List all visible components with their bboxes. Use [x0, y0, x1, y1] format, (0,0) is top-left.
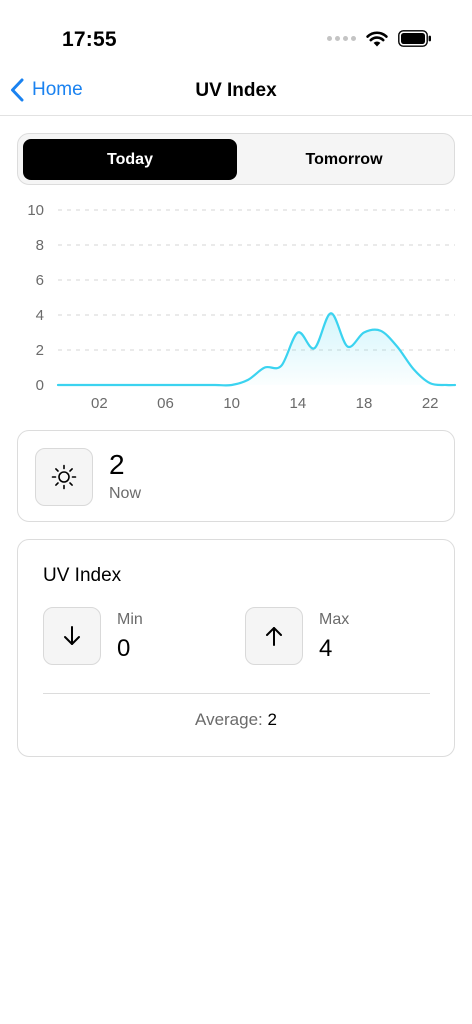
y-tick-label: 2: [36, 342, 44, 359]
segment-tomorrow[interactable]: Tomorrow: [237, 139, 451, 180]
max-value: 4: [319, 635, 333, 662]
cellular-signal-icon: [327, 36, 356, 41]
wifi-icon: [366, 31, 388, 46]
arrow-up-icon: [266, 627, 282, 646]
uv-summary-title: UV Index: [43, 565, 122, 586]
x-tick-label: 06: [157, 395, 174, 412]
average-label: Average:: [195, 710, 263, 729]
arrow-down-icon: [64, 626, 80, 645]
y-tick-label: 10: [27, 202, 44, 219]
sun-icon-box: [35, 448, 93, 506]
current-uv-value: 2: [109, 449, 125, 480]
status-bar: 17:55: [0, 0, 472, 70]
uv-summary-card: UV Index Min 0 Max 4 Average: 2: [17, 539, 455, 757]
max-label: Max: [319, 611, 350, 628]
status-time: 17:55: [62, 28, 117, 51]
max-icon-box: [245, 607, 303, 665]
min-icon-box: [43, 607, 101, 665]
x-tick-label: 10: [223, 395, 240, 412]
y-tick-label: 4: [36, 307, 44, 324]
y-tick-label: 6: [36, 272, 44, 289]
status-icons: [327, 30, 432, 47]
current-uv-card: 2 Now: [17, 430, 455, 522]
min-label: Min: [117, 611, 143, 628]
x-tick-label: 18: [356, 395, 373, 412]
average-row: Average: 2: [18, 710, 454, 730]
battery-icon: [398, 30, 431, 47]
average-value: 2: [267, 710, 277, 729]
uv-index-chart: 0246810 02 06 10 14 18 22: [27, 202, 457, 412]
sun-icon: [51, 464, 77, 490]
segment-today[interactable]: Today: [23, 139, 237, 180]
x-tick-label: 02: [91, 395, 108, 412]
x-tick-label: 14: [290, 395, 307, 412]
current-uv-label: Now: [109, 485, 142, 502]
y-tick-label: 8: [36, 237, 44, 254]
divider: [43, 693, 430, 694]
page-title: UV Index: [195, 80, 277, 101]
x-tick-label: 22: [422, 395, 439, 412]
navigation-bar: Home UV Index: [0, 70, 472, 116]
y-tick-label: 0: [36, 377, 44, 394]
day-segmented-control: Today Tomorrow: [17, 133, 455, 185]
min-value: 0: [117, 635, 131, 662]
